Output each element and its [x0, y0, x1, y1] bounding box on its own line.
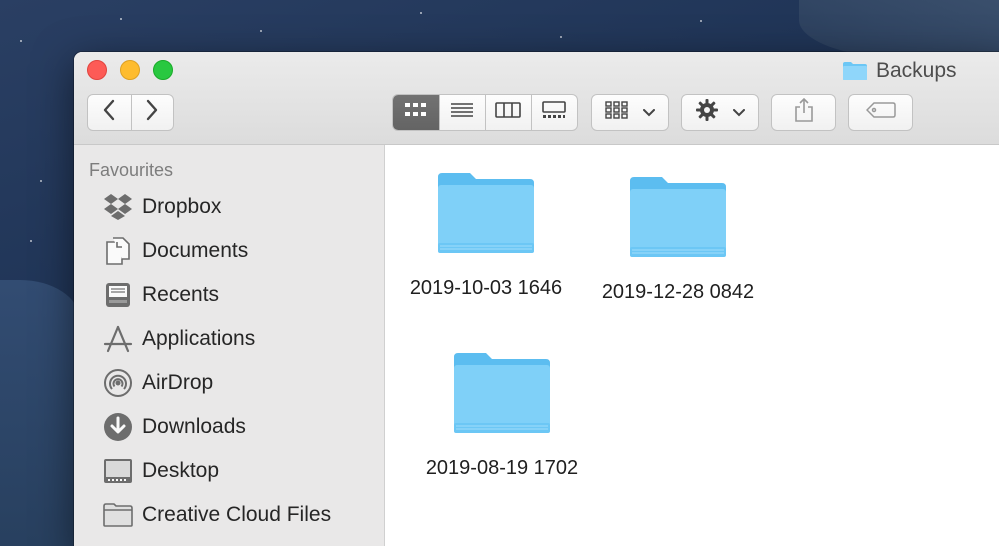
airdrop-icon [102, 367, 134, 399]
share-icon [794, 97, 814, 128]
folder-item[interactable]: 2019-10-03 1646 [401, 171, 571, 300]
maximize-button[interactable] [153, 60, 173, 80]
finder-window: Backups Favourites Dropbox Documents Rec… [74, 52, 999, 546]
file-browser-content: 2019-10-03 1646 2019-12-28 0842 2019-08-… [386, 145, 999, 546]
applications-icon [102, 323, 134, 355]
share-button[interactable] [771, 94, 836, 131]
dropbox-icon [102, 191, 134, 223]
folder-item[interactable]: 2019-08-19 1702 [417, 351, 587, 480]
chevron-left-icon [102, 99, 116, 126]
chevron-down-icon [733, 104, 745, 122]
star [120, 18, 122, 20]
sidebar-item-applications[interactable]: Applications [102, 323, 255, 355]
star [20, 40, 22, 42]
desktop-mountain [0, 280, 80, 546]
star [30, 240, 32, 242]
chevron-down-icon [643, 104, 655, 122]
sidebar-item-label: Creative Cloud Files [142, 503, 332, 526]
gallery-view-button[interactable] [530, 95, 577, 130]
sidebar-item-label: Applications [142, 327, 256, 350]
column-view-icon [495, 101, 522, 124]
navigation-buttons [87, 94, 174, 131]
forward-button[interactable] [130, 95, 174, 130]
sidebar-item-label: AirDrop [142, 371, 214, 394]
folder-icon [102, 499, 134, 531]
sidebar-item-dropbox[interactable]: Dropbox [102, 191, 221, 223]
star [420, 12, 422, 14]
downloads-icon [102, 411, 134, 443]
group-by-button[interactable] [591, 94, 669, 131]
sidebar-item-downloads[interactable]: Downloads [102, 411, 246, 443]
sidebar-item-airdrop[interactable]: AirDrop [102, 367, 213, 399]
icon-view-icon [404, 101, 428, 124]
folder-icon [450, 351, 554, 435]
desktop-mountain-right [799, 0, 999, 60]
sidebar-item-label: Dropbox [142, 195, 222, 218]
titlebar: Backups [74, 52, 999, 145]
folder-name: 2019-08-19 1702 [425, 457, 579, 479]
list-view-icon [450, 101, 474, 124]
sidebar-item-desktop[interactable]: Desktop [102, 455, 219, 487]
view-mode-selector [392, 94, 578, 131]
recents-icon [102, 279, 134, 311]
close-button[interactable] [87, 60, 107, 80]
folder-icon [842, 61, 868, 81]
icon-view-button[interactable] [393, 95, 439, 130]
sidebar-item-label: Recents [142, 283, 220, 306]
window-title: Backups [842, 58, 957, 84]
chevron-right-icon [145, 99, 159, 126]
folder-icon [626, 175, 730, 259]
action-button[interactable] [681, 94, 759, 131]
minimize-button[interactable] [120, 60, 140, 80]
back-button[interactable] [88, 95, 131, 130]
sidebar: Favourites Dropbox Documents Recents App… [74, 145, 385, 546]
tag-button[interactable] [848, 94, 913, 131]
star [260, 30, 262, 32]
sidebar-item-documents[interactable]: Documents [102, 235, 248, 267]
sidebar-item-label: Downloads [142, 415, 246, 438]
tag-icon [865, 102, 896, 123]
sidebar-item-label: Documents [142, 239, 249, 262]
list-view-button[interactable] [438, 95, 485, 130]
sidebar-item-label: Desktop [142, 459, 220, 482]
folder-item[interactable]: 2019-12-28 0842 [593, 175, 763, 304]
gallery-view-icon [541, 101, 567, 124]
documents-icon [102, 235, 134, 267]
star [700, 20, 702, 22]
sidebar-heading: Favourites [89, 160, 174, 180]
desktop-icon [102, 455, 134, 487]
star [40, 180, 42, 182]
group-by-icon [605, 101, 629, 124]
gear-icon [695, 98, 719, 127]
folder-name: 2019-12-28 0842 [601, 281, 755, 303]
folder-name: 2019-10-03 1646 [409, 277, 563, 299]
sidebar-item-recents[interactable]: Recents [102, 279, 219, 311]
column-view-button[interactable] [484, 95, 531, 130]
sidebar-item-creative-cloud-files[interactable]: Creative Cloud Files [102, 499, 331, 531]
star [560, 36, 562, 38]
folder-icon [434, 171, 538, 255]
window-title-text: Backups [876, 59, 957, 82]
